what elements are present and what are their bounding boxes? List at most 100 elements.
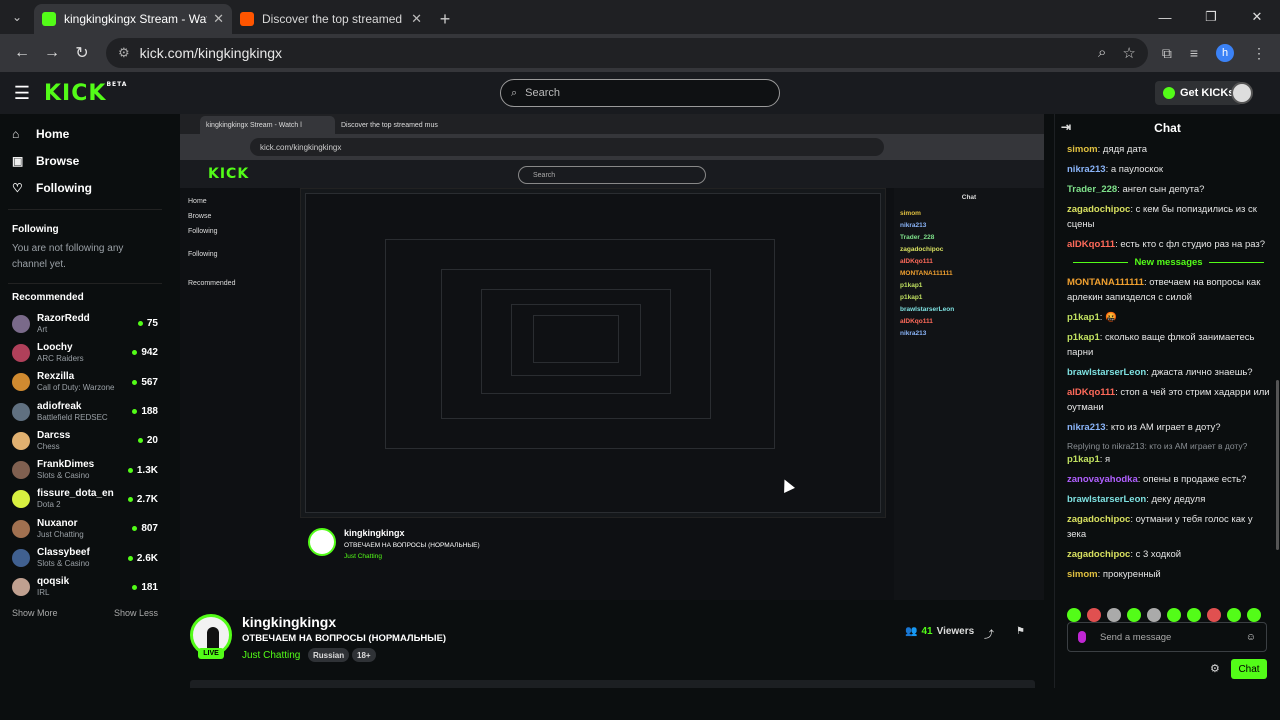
video-chat-user: simom [900,210,921,217]
nav-following[interactable]: ♡ Following [0,174,170,201]
nav-home[interactable]: ⌂ Home [0,120,170,147]
minimize-icon[interactable]: — [1142,0,1188,34]
share-icon[interactable]: ⤴ [984,626,994,641]
nav-browse[interactable]: ▣ Browse [0,147,170,174]
recommended-channel[interactable]: RazorRedd Art 75 [0,309,170,338]
chat-username[interactable]: zanovayahodka [1067,474,1138,485]
emote-icon[interactable] [1187,608,1201,622]
user-avatar[interactable] [1231,82,1253,104]
chat-message: alDKqo111: стоп а чей это стрим хадарри … [1067,385,1270,415]
close-window-icon[interactable]: ✕ [1234,0,1280,34]
tab-search-icon[interactable]: ⌄ [0,0,34,34]
send-chat-button[interactable]: Chat [1231,659,1267,679]
back-icon[interactable]: ← [8,39,36,67]
emote-icon[interactable] [1167,608,1181,622]
tag-russian[interactable]: Russian [308,648,350,662]
chat-username[interactable]: p1kap1 [1067,332,1100,343]
collapse-chat-icon[interactable]: ⇥ [1061,120,1071,134]
chat-username[interactable]: p1kap1 [1067,454,1100,465]
chat-username[interactable]: zagadochipoc [1067,204,1130,215]
tag-18plus[interactable]: 18+ [352,648,376,662]
extensions-icon[interactable]: ⧉ [1162,45,1172,62]
hamburger-menu-icon[interactable]: ☰ [0,83,44,104]
show-more-button[interactable]: Show More [12,608,58,618]
recommended-channel[interactable]: adiofreak Battlefield REDSEC 188 [0,397,170,426]
chat-username[interactable]: brawlstarserLeon [1067,494,1146,505]
search-input[interactable]: ⌕ Search [500,79,780,107]
profile-avatar[interactable]: h [1216,44,1234,62]
chat-username[interactable]: simom [1067,569,1098,580]
emote-icon[interactable] [1147,608,1161,622]
video-kick-logo: KICK [208,166,250,182]
browser-tab-soundcloud[interactable]: Discover the top streamed mus ✕ [232,4,430,34]
page-scrollbar[interactable] [1276,380,1279,550]
chat-username[interactable]: nikra213 [1067,422,1106,433]
video-player[interactable]: kingkingkingx Stream - Watch l Discover … [180,114,1044,600]
viewer-count: 1.3K [128,465,158,476]
chat-message: nikra213: а паулоскок [1067,162,1270,177]
chat-message: simom: дядя дата [1067,142,1270,157]
chat-username[interactable]: MONTANA111111 [1067,277,1144,288]
get-kicks-button[interactable]: Get KICKs [1155,81,1243,105]
recommended-channel[interactable]: Loochy ARC Raiders 942 [0,338,170,367]
emote-icon[interactable] [1227,608,1241,622]
emote-icon[interactable] [1127,608,1141,622]
channel-name: Classybeef [37,547,90,559]
channel-avatar [12,343,30,362]
recommended-channel[interactable]: Darcss Chess 20 [0,426,170,455]
menu-kebab-icon[interactable]: ⋮ [1252,45,1266,62]
zoom-icon[interactable]: ⌕ [1098,44,1106,62]
video-chat-user: nikra213 [900,222,927,229]
stream-category-link[interactable]: Just Chatting [242,650,300,661]
chat-username[interactable]: Trader_228 [1067,184,1117,195]
recommended-channel[interactable]: Nuxanor Just Chatting 807 [0,514,170,543]
chat-message: zagadochipoc: с 3 ходкой [1067,547,1270,562]
recommended-channel[interactable]: FrankDimes Slots & Casino 1.3K [0,455,170,484]
chat-username[interactable]: zagadochipoc [1067,514,1130,525]
emoji-picker-icon[interactable]: ☺ [1246,632,1256,643]
search-icon: ⌕ [511,86,518,99]
media-control-icon[interactable]: ≡ [1190,45,1198,61]
reload-icon[interactable]: ↻ [68,39,96,67]
recommended-channel[interactable]: Classybeef Slots & Casino 2.6K [0,543,170,572]
close-tab-icon[interactable]: ✕ [411,11,422,27]
chat-header: ⇥ Chat [1055,114,1280,142]
site-info-icon[interactable]: ⚙ [118,45,130,61]
following-heading: Following [12,224,59,235]
channel-name[interactable]: kingkingkingx [242,614,336,630]
chat-settings-icon[interactable]: ⚙ [1210,662,1220,675]
video-chat-title: Chat [961,194,977,201]
forward-icon[interactable]: → [38,39,66,67]
video-chat-panel: Chat simom nikra213 Trader_228 zagadochipoc… [894,188,1044,600]
video-following-heading: Following [188,251,218,258]
recommended-channel[interactable]: Rexzilla Call of Duty: Warzone 567 [0,368,170,397]
close-tab-icon[interactable]: ✕ [213,11,224,27]
chat-username[interactable]: alDKqo111 [1067,239,1115,250]
show-less-button[interactable]: Show Less [114,608,158,618]
mic-icon[interactable] [1078,631,1086,643]
new-tab-button[interactable]: + [430,4,460,34]
browser-tab-kick[interactable]: kingkingkingx Stream - Watch l ✕ [34,4,232,34]
maximize-icon[interactable]: ❐ [1188,0,1234,34]
video-chat-user: MONTANA111111 [900,270,953,277]
recommended-channel[interactable]: qoqsik IRL 181 [0,573,170,602]
emote-icon[interactable] [1067,608,1081,622]
emote-icon[interactable] [1247,608,1261,622]
emote-icon[interactable] [1207,608,1221,622]
follow-user-icon[interactable]: ⚑ [1016,626,1025,637]
recommended-channel[interactable]: fissure_dota_en Dota 2 2.7K [0,485,170,514]
chat-username[interactable]: zagadochipoc [1067,549,1130,560]
chat-username[interactable]: nikra213 [1067,164,1106,175]
chat-input[interactable]: Send a message ☺ [1067,622,1267,652]
chat-username[interactable]: simom [1067,144,1098,155]
emote-icon[interactable] [1087,608,1101,622]
address-bar[interactable]: ⚙ kick.com/kingkingkingx ⌕ ☆ [106,38,1148,68]
chat-username[interactable]: alDKqo111 [1067,387,1115,398]
chat-username[interactable]: brawlstarserLeon [1067,367,1146,378]
bookmark-star-icon[interactable]: ☆ [1122,44,1135,62]
chat-message: zagadochipoc: оутмани у тебя голос как у… [1067,512,1270,542]
emote-icon[interactable] [1107,608,1121,622]
kick-logo[interactable]: KICKBETA [44,81,127,106]
video-chat-message: Trader_228 [900,232,1038,244]
chat-username[interactable]: p1kap1 [1067,312,1100,323]
